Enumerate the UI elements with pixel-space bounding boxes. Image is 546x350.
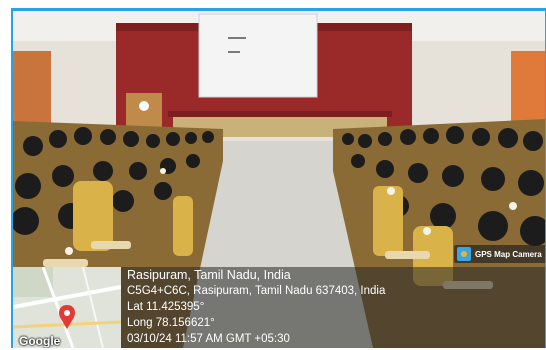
map-attribution: Google [19, 334, 61, 348]
latitude-value: Lat 11.425395° [127, 301, 205, 313]
screenshot-frame: Google Rasipuram, Tamil Nadu, India C5G4… [0, 0, 546, 350]
geotagged-photo: Google Rasipuram, Tamil Nadu, India C5G4… [11, 8, 546, 348]
longitude-value: Long 78.156621° [127, 317, 215, 329]
projector-screen [198, 13, 318, 98]
camera-app-icon [457, 247, 471, 261]
badge-label: GPS Map Camera [475, 249, 542, 259]
gps-map-camera-badge: GPS Map Camera [454, 245, 545, 263]
timestamp-value: 03/10/24 11:57 AM GMT +05:30 [127, 333, 290, 345]
location-details: Rasipuram, Tamil Nadu, India C5G4+C6C, R… [127, 267, 385, 347]
place-name: Rasipuram, Tamil Nadu, India [127, 268, 291, 282]
podium [126, 93, 162, 131]
address-line: C5G4+C6C, Rasipuram, Tamil Nadu 637403, … [127, 285, 386, 297]
